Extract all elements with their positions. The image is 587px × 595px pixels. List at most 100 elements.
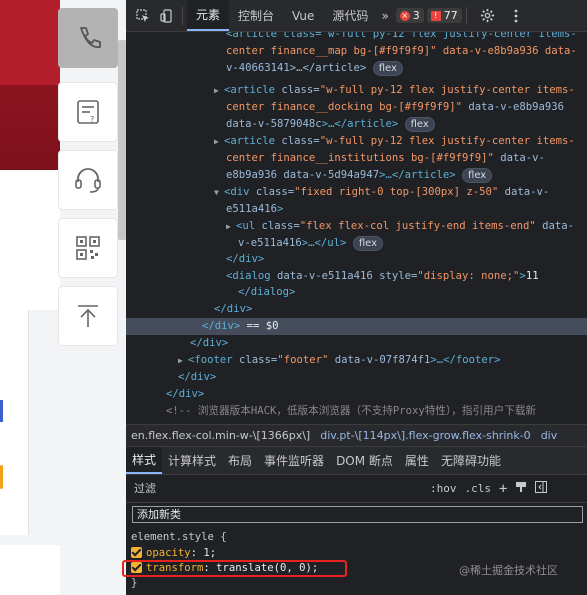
feedback-widget[interactable]: ? — [58, 82, 118, 142]
tree-tag: </div> — [190, 337, 229, 349]
tree-tag: <article — [224, 84, 276, 96]
add-rule-icon[interactable]: + — [495, 481, 511, 497]
tree-line-9[interactable]: e8b9a936 data-v-5d94a947>…</article> fle… — [226, 167, 587, 184]
tree-line-2[interactable]: center finance__map bg-[#f9f9f9]" data-v… — [226, 43, 587, 60]
tree-tag: >…</footer> — [430, 354, 501, 366]
flex-badge[interactable]: flex — [462, 168, 493, 183]
expand-arrow-icon[interactable]: ▶ — [214, 134, 224, 151]
more-options-icon[interactable] — [505, 5, 527, 27]
flex-badge[interactable]: flex — [404, 117, 435, 132]
tree-line-15[interactable]: <dialog data-v-e511a416 style="display: … — [226, 268, 587, 285]
tree-tag: </div> — [226, 253, 265, 265]
tree-line-11[interactable]: e511a416> — [226, 201, 587, 218]
property-name[interactable]: opacity — [146, 547, 191, 559]
headset-icon — [75, 168, 101, 193]
tab-vue[interactable]: Vue — [283, 0, 323, 31]
tree-attr: class= — [275, 135, 320, 147]
tree-line-21[interactable]: </div> — [178, 369, 587, 386]
tree-value: "display: none;" — [417, 270, 520, 282]
add-new-class-input[interactable]: 添加新类 — [132, 506, 583, 523]
qrcode-icon — [76, 236, 100, 260]
tree-line-7[interactable]: ▶ <article class="w-full py-12 flex justi… — [214, 133, 587, 151]
tree-tag: > — [277, 203, 284, 215]
tab-layout[interactable]: 布局 — [222, 447, 258, 474]
inspect-element-icon[interactable] — [132, 5, 154, 27]
tree-value: "w-full py-12 flex justify-center items- — [319, 84, 575, 96]
tree-attr: data-v-5879048c — [226, 118, 322, 130]
tree-attr: class= — [249, 186, 295, 198]
paint-icon[interactable] — [511, 481, 531, 496]
cls-toggle[interactable]: .cls — [461, 482, 496, 495]
property-checkbox[interactable] — [131, 547, 142, 558]
tree-tag: <div — [224, 186, 250, 198]
tree-tag: >…</article> — [321, 118, 399, 130]
expand-arrow-icon[interactable]: ▶ — [226, 219, 236, 236]
support-widget[interactable] — [58, 150, 118, 210]
tab-event-listeners[interactable]: 事件监听器 — [258, 447, 330, 474]
tree-line-16[interactable]: </dialog> — [238, 284, 587, 301]
tree-line-6[interactable]: data-v-5879048c>…</article> flex — [226, 116, 587, 133]
tab-console[interactable]: 控制台 — [229, 0, 283, 31]
tree-line-23[interactable]: <!-- 浏览器版本HACK，低版本浏览器（不支持Proxy特性），指引用户下载… — [166, 403, 587, 420]
tree-attr: class= — [275, 84, 320, 96]
page-scrollbar[interactable] — [118, 40, 126, 240]
expand-arrow-icon[interactable]: ▶ — [214, 83, 224, 100]
tree-line-22[interactable]: </div> — [166, 386, 587, 403]
breadcrumb-item-3[interactable]: div — [536, 429, 563, 442]
tree-line-14[interactable]: </div> — [226, 251, 587, 268]
tab-properties[interactable]: 属性 — [399, 447, 435, 474]
toolbar-divider-2 — [465, 6, 467, 25]
sidebar-toggle-icon[interactable] — [531, 481, 551, 496]
tree-line-19[interactable]: </div> — [190, 335, 587, 352]
tree-line-20[interactable]: ▶ <footer class="footer" data-v-07f874f1>… — [178, 352, 587, 370]
more-tabs-chevron[interactable]: » — [377, 0, 392, 31]
flex-badge[interactable]: flex — [372, 61, 403, 76]
tab-computed[interactable]: 计算样式 — [162, 447, 222, 474]
tree-line-10[interactable]: ▼ <div class="fixed right-0 top-[300px] z… — [214, 184, 587, 202]
breadcrumb-item-1[interactable]: en.flex.flex-col.min-w-\[1366px\] — [126, 429, 315, 442]
qrcode-widget[interactable] — [58, 218, 118, 278]
tree-line-13[interactable]: v-e511a416>…</ul> flex — [238, 235, 587, 252]
content-area — [0, 170, 60, 310]
tab-styles[interactable]: 样式 — [126, 447, 163, 474]
tree-line-8[interactable]: center finance__institutions bg-[#f9f9f9… — [226, 150, 587, 167]
hov-toggle[interactable]: :hov — [426, 482, 461, 495]
tab-accessibility[interactable]: 无障碍功能 — [435, 447, 507, 474]
tree-attr: data-v-e511a416 style= — [270, 270, 418, 282]
back-to-top-widget[interactable] — [58, 286, 118, 346]
tree-tag: </div> — [178, 371, 217, 383]
tree-line-5[interactable]: center finance__docking bg-[#f9f9f9]" da… — [226, 99, 587, 116]
breadcrumb-item-2[interactable]: div.pt-\[114px\].flex-grow.flex-shrink-0 — [315, 429, 535, 442]
styles-tabbar: 样式 计算样式 布局 事件监听器 DOM 断点 属性 无障碍功能 — [126, 447, 587, 475]
tree-line-12[interactable]: ▶ <ul class="flex flex-col justify-end it… — [226, 218, 587, 236]
tree-line-4[interactable]: ▶ <article class="w-full py-12 flex justi… — [214, 82, 587, 100]
tab-elements[interactable]: 元素 — [187, 0, 230, 31]
tree-line-17[interactable]: </div> — [214, 301, 587, 318]
filter-input[interactable] — [132, 478, 426, 499]
device-toggle-icon[interactable] — [156, 5, 178, 27]
tab-sources[interactable]: 源代码 — [323, 0, 377, 31]
style-property-opacity[interactable]: opacity: 1; — [131, 546, 216, 561]
tree-line-selected[interactable]: </div> == $0 — [126, 318, 587, 335]
watermark-text: @稀土掘金技术社区 — [459, 564, 558, 577]
toolbar-divider — [182, 6, 183, 25]
errors-badge[interactable]: × 3 — [395, 8, 424, 23]
tab-dom-breakpoints[interactable]: DOM 断点 — [330, 447, 399, 474]
tree-tag: >…</article> — [379, 169, 456, 181]
warnings-badge[interactable]: ! 77 — [426, 8, 462, 23]
expand-arrow-icon[interactable]: ▶ — [178, 353, 188, 370]
tree-text: center finance__map bg-[#f9f9f9]" data-v… — [226, 45, 577, 57]
property-value[interactable]: 1; — [203, 547, 216, 559]
tree-attr: e8b9a936 data-v-5d94a947 — [226, 169, 380, 181]
tree-line-1[interactable]: <article class="w-full py-12 flex justif… — [226, 32, 587, 43]
tree-tag: <footer — [188, 354, 233, 366]
settings-gear-icon[interactable] — [477, 5, 499, 27]
devtools-toolbar: 元素 控制台 Vue 源代码 » × 3 ! 77 — [126, 0, 587, 32]
error-icon: × — [399, 10, 410, 21]
collapse-arrow-icon[interactable]: ▼ — [214, 185, 224, 202]
tree-tag: <article — [224, 135, 276, 147]
flex-badge[interactable]: flex — [352, 236, 384, 251]
arrow-up-icon — [78, 305, 98, 327]
tree-line-3[interactable]: v-40663141>…</article> flex — [226, 60, 587, 77]
phone-widget[interactable] — [58, 8, 118, 68]
